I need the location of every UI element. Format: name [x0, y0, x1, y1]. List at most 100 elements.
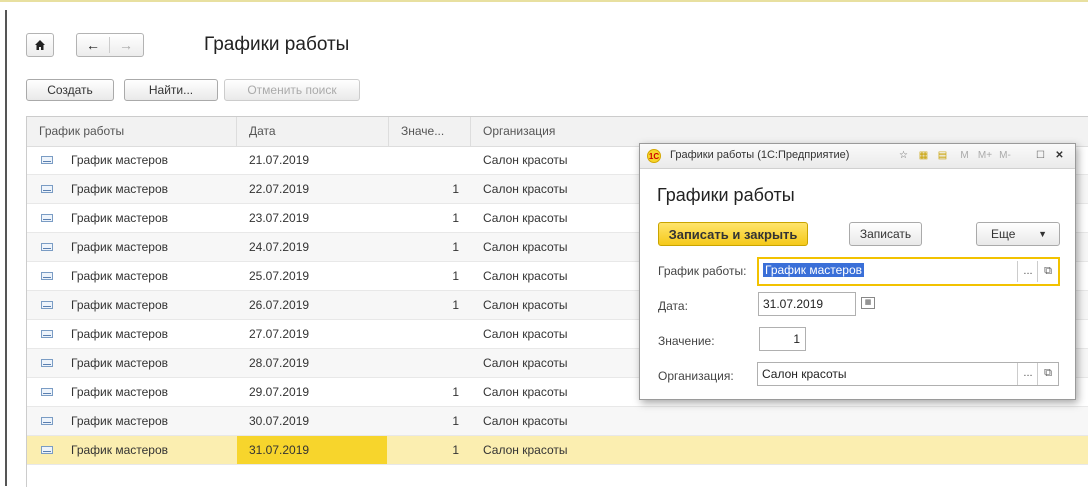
cell-organization: Салон красоты [483, 269, 568, 283]
cell-schedule: График мастеров [71, 269, 169, 283]
table-row[interactable]: График мастеров 30.07.2019 1 Салон красоты [27, 407, 1088, 436]
back-arrow-icon[interactable]: ← [77, 37, 110, 53]
schedule-field-value: График мастеров [763, 263, 865, 277]
record-icon [41, 301, 53, 309]
calculator-icon[interactable]: ▦ [917, 149, 930, 162]
calendar-picker-icon[interactable]: ▦ [861, 297, 875, 309]
open-organization-icon[interactable]: ⧉ [1037, 363, 1058, 385]
maximize-icon[interactable]: ☐ [1034, 149, 1047, 162]
forward-arrow-icon[interactable]: → [110, 37, 142, 53]
date-field-value: 31.07.2019 [763, 297, 824, 311]
column-header-value[interactable]: Значе... [389, 117, 471, 146]
cell-value [389, 146, 459, 174]
page-title: Графики работы [204, 34, 350, 55]
find-button[interactable]: Найти... [124, 79, 218, 101]
create-button[interactable]: Создать [26, 79, 114, 101]
history-nav: ← → [76, 33, 144, 57]
cell-schedule: График мастеров [71, 153, 169, 167]
cell-date: 23.07.2019 [249, 211, 310, 225]
column-header-organization[interactable]: Организация [471, 117, 1088, 146]
cell-organization: Салон красоты [483, 327, 568, 341]
cell-organization: Салон красоты [483, 153, 568, 167]
column-header-schedule[interactable]: График работы [27, 117, 237, 146]
cell-organization: Салон красоты [483, 414, 568, 428]
memory-minus-button[interactable]: M- [997, 149, 1013, 162]
cell-date: 31.07.2019 [237, 436, 387, 464]
favorite-icon[interactable]: ☆ [897, 149, 910, 162]
value-field-label: Значение: [658, 334, 715, 348]
organization-select-button[interactable]: ... [1017, 363, 1038, 385]
cell-organization: Салон красоты [483, 385, 568, 399]
cell-date: 25.07.2019 [249, 269, 310, 283]
cancel-search-button[interactable]: Отменить поиск [224, 79, 360, 101]
date-field[interactable]: 31.07.2019 [758, 292, 856, 316]
cell-schedule: График мастеров [71, 385, 169, 399]
chevron-down-icon: ▼ [1038, 229, 1047, 239]
cell-value: 1 [452, 443, 459, 457]
cell-organization: Салон красоты [483, 211, 568, 225]
cell-value: 1 [452, 269, 459, 283]
cell-organization: Салон красоты [483, 240, 568, 254]
cell-date: 26.07.2019 [249, 298, 310, 312]
record-icon [41, 330, 53, 338]
cell-date: 24.07.2019 [249, 240, 310, 254]
column-header-date[interactable]: Дата [237, 117, 389, 146]
cell-schedule: График мастеров [71, 443, 169, 457]
record-icon [41, 388, 53, 396]
record-icon [41, 417, 53, 425]
cell-schedule: График мастеров [71, 211, 169, 225]
calendar-icon[interactable]: ▤ [936, 149, 949, 162]
memory-plus-button[interactable]: M+ [977, 149, 993, 162]
record-icon [41, 272, 53, 280]
cell-date: 27.07.2019 [249, 327, 310, 341]
cell-date: 22.07.2019 [249, 182, 310, 196]
organization-field-label: Организация: [658, 369, 734, 383]
cell-date: 28.07.2019 [249, 356, 310, 370]
dialog-window-title: Графики работы (1С:Предприятие) [670, 149, 850, 161]
cell-organization: Салон красоты [483, 443, 568, 457]
schedule-field[interactable]: График мастеров ... ⧉ [757, 257, 1060, 286]
cell-date: 21.07.2019 [249, 153, 310, 167]
date-field-label: Дата: [658, 299, 688, 313]
top-border [0, 0, 1088, 9]
left-border [5, 10, 7, 486]
cell-schedule: График мастеров [71, 182, 169, 196]
cell-schedule: График мастеров [71, 240, 169, 254]
more-label: Еще [991, 227, 1016, 241]
dialog-heading: Графики работы [657, 185, 795, 205]
dialog-titlebar: 1С Графики работы (1С:Предприятие) ☆ ▦ ▤… [640, 144, 1075, 169]
cell-value: 1 [452, 182, 459, 196]
record-icon [41, 359, 53, 367]
cell-date: 29.07.2019 [249, 385, 310, 399]
open-icon[interactable]: ⧉ [1037, 261, 1058, 282]
cell-value: 1 [452, 414, 459, 428]
close-icon[interactable]: ✕ [1053, 149, 1066, 162]
cell-schedule: График мастеров [71, 298, 169, 312]
schedule-dialog: 1С Графики работы (1С:Предприятие) ☆ ▦ ▤… [639, 143, 1076, 400]
organization-field-value: Салон красоты [762, 367, 847, 381]
cell-schedule: График мастеров [71, 356, 169, 370]
table-row[interactable]: График мастеров 31.07.2019 1 Салон красоты [27, 436, 1088, 465]
cell-value: 1 [452, 211, 459, 225]
1c-logo-icon: 1С [647, 149, 661, 163]
save-button[interactable]: Записать [849, 222, 922, 246]
home-icon [35, 40, 45, 50]
record-icon [41, 156, 53, 164]
value-field-value: 1 [793, 332, 800, 346]
cell-schedule: График мастеров [71, 414, 169, 428]
record-icon [41, 214, 53, 222]
record-icon [41, 446, 53, 454]
memory-m-button[interactable]: M [958, 149, 971, 162]
cell-value: 1 [452, 385, 459, 399]
cell-organization: Салон красоты [483, 182, 568, 196]
save-and-close-button[interactable]: Записать и закрыть [658, 222, 808, 246]
cell-value: 1 [452, 298, 459, 312]
home-button[interactable] [26, 33, 54, 57]
organization-field[interactable]: Салон красоты ... ⧉ [757, 362, 1059, 386]
cell-value [389, 349, 459, 377]
value-field[interactable]: 1 [759, 327, 806, 351]
more-button[interactable]: Еще ▼ [976, 222, 1060, 246]
cell-value: 1 [452, 240, 459, 254]
schedule-select-button[interactable]: ... [1017, 261, 1038, 282]
record-icon [41, 185, 53, 193]
